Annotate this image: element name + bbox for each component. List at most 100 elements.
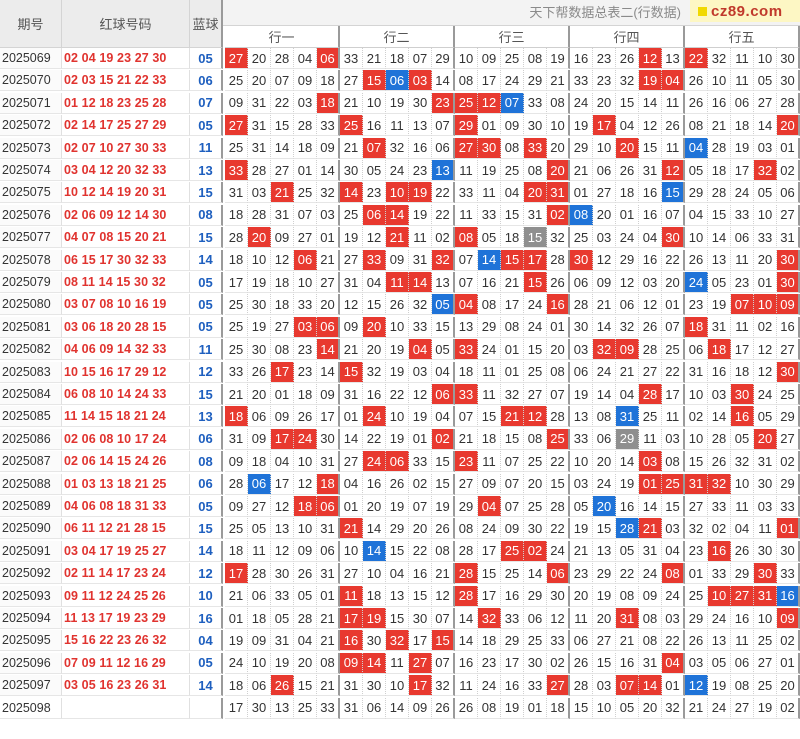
number-cell: 02 [432,428,455,450]
number-cell: 20 [248,227,271,249]
number-cell: 25 [340,204,363,226]
number-cell: 24 [708,608,731,629]
blue-ball-cell: 08 [190,451,223,473]
number-cell: 10 [593,137,616,159]
number-cell: 07 [432,115,455,137]
number-cell: 03 [317,204,340,226]
red-balls-cell: 02 06 09 12 14 30 [62,204,190,226]
number-cell: 17 [731,160,754,181]
number-cell: 25 [225,339,248,361]
number-cell: 05 [363,160,386,181]
number-cell: 24 [593,361,616,383]
number-cell: 32 [409,294,432,316]
number-cell: 27 [777,204,800,226]
number-cell: 04 [271,451,294,473]
red-balls-cell: 10 12 14 19 20 31 [62,182,190,204]
number-cell: 30 [662,227,685,249]
number-cell: 17 [731,339,754,361]
number-cell: 17 [662,384,685,405]
lottery-data-table: 期号 红球号码 蓝球 天下帮数据总表二(行数据) cz89.com 行一 行二 行三… [0,0,800,739]
red-balls-cell: 02 04 19 23 27 30 [62,48,190,69]
number-cell: 18 [478,630,501,652]
period-cell: 2025076 [0,204,62,226]
number-cell: 05 [708,272,731,293]
number-cell: 18 [225,249,248,271]
number-cell: 18 [225,406,248,428]
number-cell: 03 [708,384,731,405]
number-cell: 22 [547,518,570,540]
number-cell: 27 [754,92,777,114]
number-cell: 13 [271,518,294,540]
period-cell: 2025080 [0,294,62,316]
table-row: 2025092 02 11 14 17 23 24 12 17 28 30 26 31 27 10… [0,563,800,585]
number-cell: 21 [455,428,478,450]
number-cell: 04 [409,339,432,361]
table-row: 2025097 03 05 16 23 26 31 14 18 06 26 15 21 31 30… [0,675,800,697]
number-cell: 28 [570,294,593,316]
number-cell: 20 [547,339,570,361]
blue-ball-cell: 04 [190,630,223,652]
number-cell: 16 [501,675,524,697]
number-cell: 31 [340,272,363,293]
number-cell: 21 [593,294,616,316]
number-cell: 06 [570,361,593,383]
number-cell: 24 [478,518,501,540]
table-row: 2025084 06 08 10 14 24 33 15 21 20 01 18 09 31 16… [0,384,800,406]
number-cell: 29 [478,316,501,338]
number-cell: 16 [363,473,386,495]
number-cell: 30 [363,675,386,697]
number-cell: 10 [708,585,731,607]
blue-ball-cell: 05 [190,272,223,293]
number-cell: 30 [547,585,570,607]
number-cell: 33 [708,563,731,585]
number-cell: 02 [777,630,800,652]
number-cell: 19 [708,675,731,697]
number-cell: 28 [639,384,662,405]
number-cell: 28 [547,496,570,517]
number-cell: 15 [271,115,294,137]
number-cell: 32 [616,70,639,92]
number-cell: 10 [754,48,777,69]
number-cell: 07 [501,473,524,495]
number-cell: 02 [547,204,570,226]
number-cell: 14 [386,697,409,719]
number-cell: 15 [478,406,501,428]
number-cell: 12 [547,608,570,629]
period-cell: 2025070 [0,70,62,92]
number-cell: 27 [409,652,432,674]
number-cell: 15 [432,473,455,495]
number-cell: 11 [731,249,754,271]
number-cell: 26 [386,294,409,316]
red-balls-cell: 04 06 09 14 32 33 [62,339,190,361]
number-cell: 15 [685,451,708,473]
number-cell: 15 [501,204,524,226]
number-cell: 24 [501,70,524,92]
number-cell: 31 [639,540,662,562]
number-cell: 21 [501,406,524,428]
number-cell: 33 [363,249,386,271]
number-cell: 14 [593,316,616,338]
number-cell: 06 [294,249,317,271]
number-cell: 30 [777,70,800,92]
number-cell: 06 [317,48,340,69]
number-cell: 19 [386,496,409,517]
number-cell: 30 [777,272,800,293]
number-cell: 19 [363,608,386,629]
number-cell: 01 [409,428,432,450]
number-cell: 22 [662,630,685,652]
site-watermark: cz89.com [690,0,800,22]
number-cell: 32 [708,473,731,495]
number-cell: 25 [662,339,685,361]
blue-ball-cell: 12 [190,563,223,585]
number-cell: 07 [455,406,478,428]
number-cell: 04 [685,137,708,159]
number-cell: 24 [639,563,662,585]
number-cell: 05 [294,585,317,607]
red-balls-cell: 03 06 18 20 28 15 [62,316,190,338]
number-cell: 16 [731,608,754,629]
number-cell: 12 [294,473,317,495]
period-cell: 2025073 [0,137,62,159]
number-cell: 05 [271,608,294,629]
number-cell: 30 [777,48,800,69]
number-cell: 21 [570,160,593,181]
